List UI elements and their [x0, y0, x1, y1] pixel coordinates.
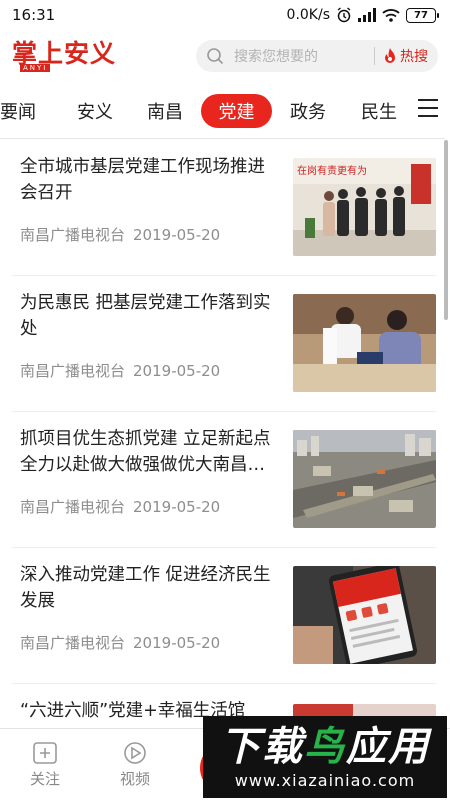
- status-time: 16:31: [12, 6, 56, 24]
- tab-dangjian[interactable]: 党建: [201, 94, 272, 128]
- search-divider: [374, 47, 375, 65]
- search-bar[interactable]: 搜索您想要的 热搜: [196, 40, 438, 72]
- hot-search-label: 热搜: [400, 49, 428, 65]
- news-thumbnail: [293, 294, 436, 392]
- scrollbar[interactable]: [444, 140, 448, 320]
- news-title: 为民惠民 把基层党建工作落到实处: [20, 293, 271, 339]
- category-tabs: 要闻 安义 南昌 党建 政务 民生: [0, 86, 450, 134]
- tabs-divider: [0, 138, 445, 139]
- news-date: 2019-05-20: [133, 362, 221, 380]
- tab-nanchang[interactable]: 南昌: [140, 94, 190, 128]
- app-logo: 掌上安义 ANYI: [12, 36, 122, 76]
- nav-video[interactable]: 视频: [105, 741, 165, 789]
- status-bar: 16:31 0.0K/s 77: [0, 0, 450, 30]
- news-thumbnail: [293, 566, 436, 664]
- hot-search-button[interactable]: 热搜: [383, 46, 428, 66]
- alarm-icon: [337, 7, 351, 23]
- news-thumbnail: 在岗有责更有为: [293, 158, 436, 256]
- news-title: 全市城市基层党建工作现场推进会召开: [20, 157, 265, 203]
- search-input[interactable]: 搜索您想要的: [234, 46, 366, 66]
- news-meta: 南昌广播电视台 2019-05-20: [20, 632, 220, 653]
- news-source: 南昌广播电视台: [20, 226, 126, 244]
- search-icon: [207, 48, 224, 65]
- news-meta: 南昌广播电视台 2019-05-20: [20, 224, 220, 245]
- news-item[interactable]: 抓项目优生态抓党建 立足新起点 全力以赴做大做强做优大南昌… 南昌广播电视台 20…: [12, 412, 436, 548]
- watermark-url: www.xiazainiao.com: [234, 770, 416, 790]
- app-header: 掌上安义 ANYI 搜索您想要的 热搜: [0, 30, 450, 82]
- net-speed: 0.0K/s: [286, 7, 330, 23]
- wifi-icon: [382, 9, 400, 22]
- news-meta: 南昌广播电视台 2019-05-20: [20, 360, 220, 381]
- flame-icon: [385, 48, 395, 63]
- tab-yaowen[interactable]: 要闻: [0, 94, 44, 128]
- signal-icon: [358, 8, 376, 22]
- tab-anyi[interactable]: 安义: [70, 94, 120, 128]
- news-date: 2019-05-20: [133, 226, 221, 244]
- video-icon: [124, 742, 146, 764]
- tab-zhengwu[interactable]: 政务: [283, 94, 333, 128]
- news-source: 南昌广播电视台: [20, 634, 126, 652]
- video-label: 视频: [119, 770, 150, 788]
- tab-minsheng[interactable]: 民生: [354, 94, 404, 128]
- svg-text:在岗有责更有为: 在岗有责更有为: [297, 164, 367, 177]
- follow-icon: [33, 742, 57, 764]
- battery-icon: 77: [406, 7, 439, 23]
- news-item[interactable]: 为民惠民 把基层党建工作落到实处 南昌广播电视台 2019-05-20: [12, 276, 436, 412]
- news-date: 2019-05-20: [133, 498, 221, 516]
- news-source: 南昌广播电视台: [20, 362, 126, 380]
- news-title: 深入推动党建工作 促进经济民生发展: [20, 565, 271, 611]
- follow-label: 关注: [29, 770, 60, 788]
- news-item[interactable]: 全市城市基层党建工作现场推进会召开 南昌广播电视台 2019-05-20 在岗有责…: [12, 140, 436, 276]
- news-source: 南昌广播电视台: [20, 498, 126, 516]
- news-title: 抓项目优生态抓党建 立足新起点 全力以赴做大做强做优大南昌…: [20, 429, 271, 475]
- news-thumbnail: [293, 430, 436, 528]
- watermark-title: 下载鸟应用: [220, 723, 430, 770]
- status-icons: 0.0K/s 77: [286, 7, 439, 23]
- news-date: 2019-05-20: [133, 634, 221, 652]
- nav-follow[interactable]: 关注: [15, 741, 75, 789]
- menu-icon[interactable]: [418, 99, 438, 117]
- watermark-overlay: 下载鸟应用 www.xiazainiao.com: [203, 716, 447, 798]
- news-meta: 南昌广播电视台 2019-05-20: [20, 496, 220, 517]
- news-item[interactable]: 深入推动党建工作 促进经济民生发展 南昌广播电视台 2019-05-20: [12, 548, 436, 684]
- logo-subtext: ANYI: [20, 63, 51, 72]
